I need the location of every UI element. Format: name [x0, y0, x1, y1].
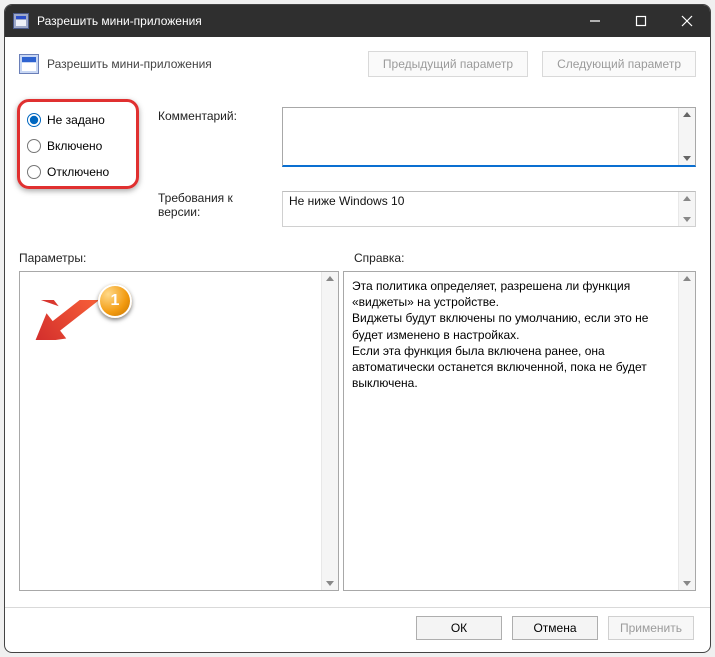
- comment-label: Комментарий:: [158, 107, 278, 167]
- version-text: Не ниже Windows 10: [283, 192, 678, 226]
- state-radio-group: Не задано Включено Отключено: [19, 107, 154, 185]
- radio-not-configured-label: Не задано: [47, 113, 105, 127]
- comment-field-wrap: [282, 107, 696, 167]
- scrollbar[interactable]: [678, 192, 695, 226]
- titlebar[interactable]: Разрешить мини-приложения: [5, 5, 710, 37]
- next-setting-button[interactable]: Следующий параметр: [542, 51, 696, 77]
- params-label: Параметры:: [19, 251, 354, 265]
- minimize-button[interactable]: [572, 5, 618, 37]
- radio-disabled-label: Отключено: [47, 165, 109, 179]
- params-panel: [19, 271, 339, 591]
- apply-button[interactable]: Применить: [608, 616, 694, 640]
- scrollbar[interactable]: [678, 108, 695, 165]
- help-label: Справка:: [354, 251, 404, 265]
- maximize-button[interactable]: [618, 5, 664, 37]
- policy-header-title: Разрешить мини-приложения: [47, 57, 368, 71]
- comment-textarea[interactable]: [283, 108, 678, 165]
- radio-enabled[interactable]: Включено: [19, 133, 154, 159]
- radio-not-configured-input[interactable]: [27, 113, 41, 127]
- help-panel: Эта политика определяет, разрешена ли фу…: [343, 271, 696, 591]
- window-title: Разрешить мини-приложения: [37, 14, 572, 28]
- scrollbar[interactable]: [321, 272, 338, 590]
- policy-header-icon: [19, 54, 39, 74]
- ok-button[interactable]: ОК: [416, 616, 502, 640]
- radio-enabled-input[interactable]: [27, 139, 41, 153]
- radio-disabled[interactable]: Отключено: [19, 159, 154, 185]
- prev-setting-button[interactable]: Предыдущий параметр: [368, 51, 528, 77]
- radio-disabled-input[interactable]: [27, 165, 41, 179]
- scrollbar[interactable]: [678, 272, 695, 590]
- version-field: Не ниже Windows 10: [282, 191, 696, 227]
- params-content: [20, 272, 321, 590]
- policy-window: Разрешить мини-приложения Разрешить мини…: [4, 4, 711, 653]
- radio-enabled-label: Включено: [47, 139, 102, 153]
- radio-not-configured[interactable]: Не задано: [19, 107, 154, 133]
- help-content: Эта политика определяет, разрешена ли фу…: [344, 272, 678, 590]
- policy-icon: [13, 13, 29, 29]
- cancel-button[interactable]: Отмена: [512, 616, 598, 640]
- version-label: Требования к версии:: [158, 191, 278, 219]
- close-button[interactable]: [664, 5, 710, 37]
- divider: [5, 607, 710, 608]
